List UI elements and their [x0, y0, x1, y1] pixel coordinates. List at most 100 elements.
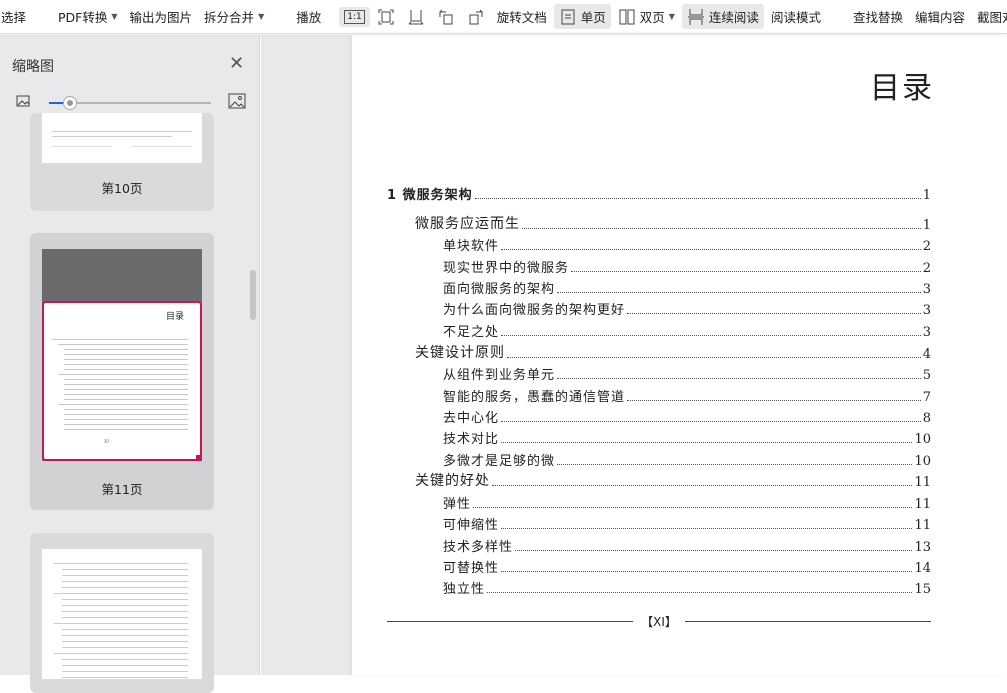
toc-entry-page: 13: [914, 540, 931, 555]
thumbnail-text-line: [62, 581, 188, 582]
toc-entry[interactable]: 多微才是足够的微 10: [443, 449, 931, 469]
toc-entry-page: 1: [922, 188, 931, 203]
thumbnail-text-line: [62, 665, 188, 666]
leader-dots: [492, 485, 913, 486]
toc-entry[interactable]: 不足之处 3: [443, 320, 931, 340]
toc-entry-label: 从组件到业务单元: [443, 368, 556, 383]
leader-dots: [557, 464, 913, 465]
select-button[interactable]: 选择: [0, 4, 31, 29]
thumbnail-label: 第11页: [101, 482, 143, 497]
split-merge-button[interactable]: 拆分合并 ▼: [199, 4, 269, 29]
thumbnail-text-line: [64, 354, 188, 355]
toc-entry[interactable]: 关键的好处 11: [415, 470, 931, 490]
rotate-left-button[interactable]: [432, 5, 460, 29]
toc-entry[interactable]: 从组件到业务单元 5: [443, 363, 931, 383]
pdf-convert-button[interactable]: PDF转换 ▼: [53, 4, 123, 29]
leader-dots: [571, 271, 921, 272]
toc-entry[interactable]: 现实世界中的微服务 2: [443, 256, 931, 276]
screenshot-compare-button[interactable]: 截图对比: [972, 4, 1007, 29]
page-number: 【XI】: [641, 615, 677, 629]
double-page-label: 双页: [639, 10, 665, 25]
read-mode-button[interactable]: 阅读模式: [766, 4, 826, 29]
toc-entry-page: 10: [914, 454, 931, 469]
thumbnail-text-line: [52, 339, 188, 340]
chevron-down-icon: ▼: [668, 12, 675, 21]
thumbnail-text-line: [62, 629, 188, 630]
toc-entry-page: 15: [914, 582, 931, 597]
toc-entry-page: 2: [922, 261, 931, 276]
small-image-icon[interactable]: [16, 95, 30, 110]
single-page-icon: [559, 8, 577, 26]
toc-entry[interactable]: 去中心化 8: [443, 406, 931, 426]
thumbnail-text-line: [62, 671, 188, 672]
rotate-document-button[interactable]: 旋转文档: [492, 4, 552, 29]
thumbnail-text-line: [62, 659, 188, 660]
double-page-button[interactable]: 双页 ▼: [613, 4, 680, 29]
continuous-read-button[interactable]: 连续阅读: [681, 4, 764, 29]
toc-entry-page: 10: [914, 432, 931, 447]
play-button[interactable]: 播放: [291, 4, 326, 29]
thumbnail-text-line: [64, 419, 188, 420]
toc-entry-label: 不足之处: [443, 325, 500, 340]
rotate-right-button[interactable]: [462, 5, 490, 29]
fit-page-button[interactable]: [372, 5, 400, 29]
toc-entry[interactable]: 关键设计原则 4: [415, 342, 931, 362]
toc-entry[interactable]: 可伸缩性 11: [443, 513, 931, 533]
toc-entry[interactable]: 1 微服务架构 1: [387, 183, 931, 203]
toc-entry[interactable]: 智能的服务，愚蠢的通信管道 7: [443, 385, 931, 405]
leader-dots: [501, 442, 913, 443]
scrollbar-thumb[interactable]: [250, 270, 256, 320]
toc-entry-label: 现实世界中的微服务: [443, 261, 570, 276]
thumbnail-page-12[interactable]: [30, 533, 214, 693]
toc-entry-page: 3: [922, 325, 931, 340]
edit-content-button[interactable]: 编辑内容: [910, 4, 970, 29]
thumbnail-text-line: [64, 409, 188, 410]
single-page-label: 单页: [580, 10, 606, 25]
thumbnail-text-line: [64, 399, 188, 400]
toc-entry[interactable]: 单块软件 2: [443, 234, 931, 254]
export-image-button[interactable]: 输出为图片: [125, 4, 198, 29]
fit-width-button[interactable]: [402, 5, 430, 29]
close-icon[interactable]: ✕: [229, 53, 244, 74]
fit-page-icon: [377, 8, 395, 26]
large-image-icon[interactable]: [228, 93, 246, 112]
toc-entry-page: 11: [914, 518, 931, 533]
thumbnail-image: [42, 549, 202, 679]
toc-entry-label: 弹性: [443, 497, 472, 512]
leader-dots: [627, 313, 921, 314]
toc-entry-page: 2: [922, 239, 931, 254]
actual-size-button[interactable]: 1:1: [339, 6, 370, 27]
thumbnail-text-line: [58, 374, 188, 375]
thumbnail-footer: XI: [104, 439, 109, 445]
chevron-down-icon: ▼: [258, 12, 265, 21]
thumbnail-text-line: [64, 389, 188, 390]
toc-entry-page: 5: [922, 368, 931, 383]
thumbnail-page-10[interactable]: 第10页: [30, 113, 214, 211]
slider-knob[interactable]: [63, 96, 78, 110]
thumbnail-page-title: 目录: [165, 312, 184, 322]
find-replace-button[interactable]: 查找替换: [848, 4, 908, 29]
toc-entry[interactable]: 技术多样性 13: [443, 535, 931, 555]
toc-entry[interactable]: 面向微服务的架构 3: [443, 277, 931, 297]
leader-dots: [557, 292, 921, 293]
thumbnail-text-line: [62, 611, 188, 612]
thumbnail-size-slider[interactable]: [49, 96, 211, 110]
toc-entry[interactable]: 微服务应运而生 1: [415, 213, 931, 233]
toc-entry[interactable]: 为什么面向微服务的架构更好 3: [443, 298, 931, 318]
continuous-read-icon: [687, 8, 705, 26]
thumbnail-page-11[interactable]: 目录 XI 第11页: [30, 233, 214, 510]
toc-entry[interactable]: 弹性 11: [443, 492, 931, 512]
toc-entry[interactable]: 独立性 15: [443, 577, 931, 597]
toc-entry[interactable]: 可替换性 14: [443, 556, 931, 576]
toc-entry-page: 11: [914, 497, 931, 512]
thumbnail-text-line: [64, 349, 188, 350]
toc-entry[interactable]: 技术对比 10: [443, 427, 931, 447]
rotate-left-icon: [437, 8, 455, 26]
thumbnail-text-line: [54, 653, 188, 654]
thumbnail-text-line: [62, 575, 188, 576]
toc-entry-page: 3: [922, 282, 931, 297]
select-label: 选择: [1, 10, 27, 25]
single-page-button[interactable]: 单页: [553, 4, 611, 29]
thumbnail-text-line: [62, 677, 188, 678]
thumbnail-text-line: [62, 635, 188, 636]
